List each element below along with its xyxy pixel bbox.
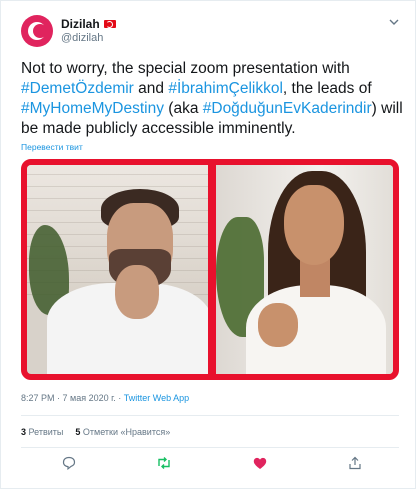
video-frame-left — [27, 165, 208, 374]
likes-stat[interactable]: 5 Отметки «Нравится» — [75, 427, 170, 437]
author-display-name[interactable]: Dizilah — [61, 17, 116, 31]
hashtag-link[interactable]: #DemetÖzdemir — [21, 80, 134, 97]
tweet-text-segment: Not to worry, the special zoom presentat… — [21, 60, 350, 77]
divider — [21, 447, 399, 448]
likes-label: Отметки «Нравится» — [82, 427, 171, 437]
author-handle[interactable]: @dizilah — [61, 31, 116, 45]
chevron-down-icon[interactable] — [389, 17, 399, 27]
tweet-media[interactable] — [21, 159, 399, 380]
video-frame-right — [216, 165, 393, 374]
retweets-stat[interactable]: 3 Ретвиты — [21, 427, 63, 437]
hashtag-link[interactable]: #İbrahimÇelikkol — [168, 80, 283, 97]
hashtag-link[interactable]: #MyHomeMyDestiny — [21, 100, 164, 117]
tweet-meta: 8:27 PM · 7 мая 2020 г. · Twitter Web Ap… — [21, 393, 189, 403]
display-name-text[interactable]: Dizilah — [61, 17, 100, 31]
reply-icon[interactable] — [61, 455, 77, 471]
tweet-actions — [21, 455, 399, 475]
avatar[interactable] — [21, 15, 53, 47]
like-icon[interactable] — [252, 455, 268, 471]
likes-count: 5 — [75, 427, 81, 437]
tweet-stats: 3 Ретвиты 5 Отметки «Нравится» — [21, 427, 170, 437]
retweets-count: 3 — [21, 427, 27, 437]
tweet-text-segment: , the leads of — [282, 80, 372, 97]
tweet-text: Not to worry, the special zoom presentat… — [21, 59, 405, 139]
tweet-text-segment: (aka — [163, 100, 203, 117]
tweet-time[interactable]: 8:27 PM · 7 мая 2020 г. — [21, 393, 116, 403]
share-icon[interactable] — [347, 455, 363, 471]
divider — [21, 415, 399, 416]
retweet-icon[interactable] — [156, 455, 172, 471]
author-names: Dizilah @dizilah — [61, 17, 116, 45]
tweet-text-segment: and — [133, 80, 169, 97]
turkey-flag-icon — [103, 20, 116, 28]
meta-separator: · — [115, 393, 124, 403]
retweets-label: Ретвиты — [28, 427, 64, 437]
tweet-source[interactable]: Twitter Web App — [124, 393, 189, 403]
tweet-card: Dizilah @dizilah Not to worry, the speci… — [0, 0, 416, 489]
hashtag-link[interactable]: #DoğduğunEvKaderindir — [203, 100, 372, 117]
translate-tweet-link[interactable]: Перевести твит — [21, 142, 83, 152]
tweet-header: Dizilah @dizilah — [21, 13, 116, 49]
